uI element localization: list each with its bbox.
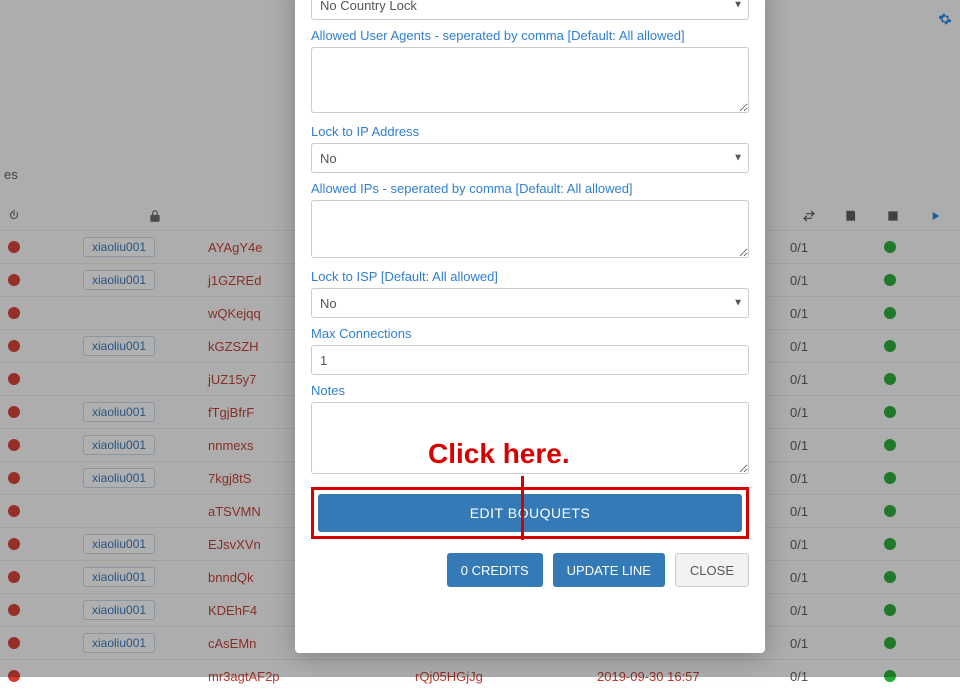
country-lock-select[interactable]: No Country Lock bbox=[311, 0, 749, 20]
update-line-button[interactable]: UPDATE LINE bbox=[553, 553, 665, 587]
edit-bouquets-highlight: EDIT BOUQUETS bbox=[311, 487, 749, 539]
lock-ip-select[interactable]: No bbox=[311, 143, 749, 173]
lock-isp-label: Lock to ISP [Default: All allowed] bbox=[311, 269, 749, 284]
notes-label: Notes bbox=[311, 383, 749, 398]
max-connections-label: Max Connections bbox=[311, 326, 749, 341]
allowed-ips-textarea[interactable] bbox=[311, 200, 749, 258]
allowed-ua-textarea[interactable] bbox=[311, 47, 749, 113]
allowed-ips-label: Allowed IPs - seperated by comma [Defaul… bbox=[311, 181, 749, 196]
max-connections-input[interactable] bbox=[311, 345, 749, 375]
close-button[interactable]: CLOSE bbox=[675, 553, 749, 587]
edit-bouquets-button[interactable]: EDIT BOUQUETS bbox=[318, 494, 742, 532]
edit-line-modal: No Country Lock ▼ Allowed User Agents - … bbox=[295, 0, 765, 653]
lock-isp-select[interactable]: No bbox=[311, 288, 749, 318]
modal-footer: 0 CREDITS UPDATE LINE CLOSE bbox=[311, 553, 749, 587]
allowed-ua-label: Allowed User Agents - seperated by comma… bbox=[311, 28, 749, 43]
credits-button[interactable]: 0 CREDITS bbox=[447, 553, 543, 587]
lock-ip-label: Lock to IP Address bbox=[311, 124, 749, 139]
notes-textarea[interactable] bbox=[311, 402, 749, 474]
